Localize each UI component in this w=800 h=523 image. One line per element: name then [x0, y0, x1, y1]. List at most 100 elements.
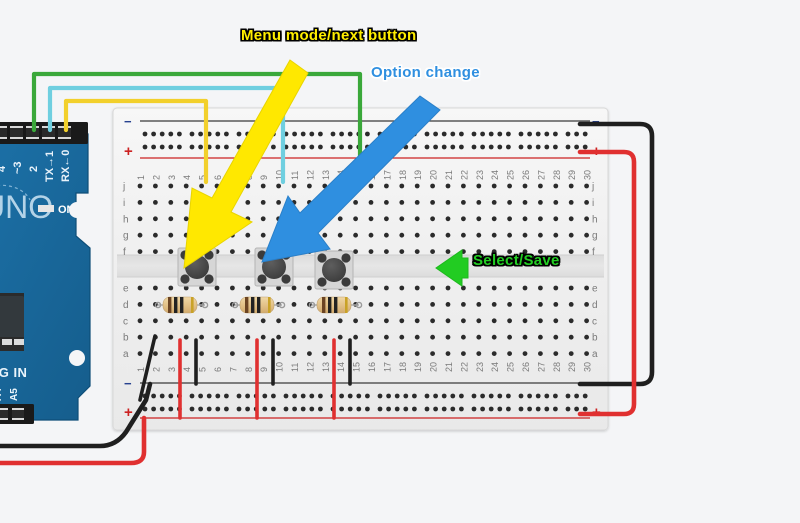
rail-hole-bot-pos — [318, 406, 323, 412]
rail-hole-bot-neg — [300, 393, 306, 399]
pushbutton-3[interactable] — [314, 250, 354, 290]
rail-hole-top-pos — [544, 144, 550, 150]
hole-j20 — [430, 183, 435, 189]
col-label-top-20: 20 — [429, 170, 439, 180]
bottom-rail-positive-symbol: + — [124, 404, 133, 421]
hole-a21 — [445, 351, 451, 356]
rail-hole-bot-neg — [309, 393, 315, 399]
hole-a23 — [476, 351, 482, 356]
pin-label-2: 2 — [28, 166, 40, 172]
rail-hole-bot-pos — [394, 406, 400, 412]
hole-b19 — [414, 334, 420, 340]
hole-g1 — [137, 232, 143, 238]
rail-hole-top-pos — [535, 144, 541, 150]
rail-hole-bot-neg — [403, 393, 409, 399]
hole-e23 — [476, 285, 482, 291]
hole-h15 — [353, 216, 358, 222]
rail-hole-top-pos — [471, 144, 477, 150]
hole-g24 — [491, 232, 497, 238]
hole-h22 — [461, 216, 466, 222]
analog-in-label: ANALOG IN — [0, 365, 27, 380]
top-rail-negative-symbol: − — [124, 114, 132, 129]
rail-hole-top-neg — [300, 131, 306, 137]
hole-c27 — [538, 318, 543, 324]
rail-hole-top-neg — [582, 131, 588, 137]
hole-e6 — [214, 285, 220, 291]
hole-a17 — [384, 351, 389, 356]
rail-hole-bot-neg — [412, 393, 417, 399]
hole-e16 — [368, 285, 374, 291]
rail-hole-bot-neg — [262, 393, 268, 399]
hole-b15 — [353, 334, 358, 340]
hole-h27 — [538, 216, 543, 222]
hole-c20 — [430, 318, 435, 324]
rail-hole-bot-pos — [198, 406, 204, 412]
hole-j12 — [307, 183, 312, 189]
atmega-ic — [0, 293, 24, 351]
rail-hole-top-neg — [506, 131, 511, 137]
rail-hole-top-neg — [574, 131, 579, 137]
row-label-left-a: a — [123, 349, 129, 360]
rail-hole-top-pos — [339, 144, 344, 150]
hole-j27 — [538, 183, 543, 189]
hole-j23 — [476, 183, 482, 189]
col-label-top-28: 28 — [552, 170, 562, 180]
col-label-top-29: 29 — [567, 170, 577, 180]
col-label-bottom-17: 17 — [382, 362, 392, 372]
hole-a7 — [230, 351, 235, 356]
hole-j5 — [199, 183, 205, 189]
hole-f3 — [168, 249, 174, 255]
hole-j4 — [183, 183, 189, 189]
rail-hole-bot-neg — [347, 393, 353, 399]
rail-hole-bot-pos — [206, 406, 212, 412]
hole-j26 — [522, 183, 528, 189]
mounting-hole-bottom — [69, 350, 85, 366]
col-label-bottom-5: 5 — [198, 367, 208, 372]
row-label-left-h: h — [123, 214, 129, 225]
hole-g27 — [538, 232, 543, 238]
hole-a24 — [491, 351, 497, 356]
hole-e28 — [553, 285, 559, 291]
hole-c3 — [168, 318, 174, 324]
hole-j3 — [168, 183, 174, 189]
hole-g3 — [168, 232, 174, 238]
rail-hole-bot-pos — [403, 406, 409, 412]
hole-d26 — [522, 302, 528, 307]
rail-hole-bot-pos — [424, 406, 430, 412]
hole-g16 — [368, 232, 374, 238]
col-label-bottom-3: 3 — [167, 367, 177, 372]
rail-hole-top-pos — [224, 144, 229, 150]
rail-hole-bot-pos — [347, 406, 353, 412]
hole-i19 — [414, 200, 420, 205]
hole-j25 — [507, 183, 512, 189]
col-label-top-23: 23 — [475, 170, 485, 180]
hole-f20 — [430, 249, 435, 255]
hole-b20 — [430, 334, 435, 340]
rail-hole-top-pos — [553, 144, 558, 150]
hole-i20 — [430, 200, 435, 205]
hole-c8 — [245, 318, 251, 324]
hole-a6 — [214, 351, 220, 356]
hole-c21 — [445, 318, 451, 324]
rail-hole-bot-pos — [574, 406, 579, 412]
hole-j22 — [461, 183, 466, 189]
hole-f7 — [230, 249, 235, 255]
hole-g20 — [430, 232, 435, 238]
hole-a18 — [399, 351, 405, 356]
hole-g23 — [476, 232, 482, 238]
hole-i26 — [522, 200, 528, 205]
rail-hole-top-pos — [506, 144, 511, 150]
hole-e17 — [384, 285, 389, 291]
rail-hole-top-pos — [497, 144, 503, 150]
rail-hole-top-pos — [300, 144, 306, 150]
col-label-top-12: 12 — [305, 170, 315, 180]
rail-hole-bot-pos — [544, 406, 550, 412]
col-label-bottom-13: 13 — [321, 362, 331, 372]
rail-hole-bot-pos — [441, 406, 447, 412]
rail-hole-bot-neg — [271, 393, 276, 399]
hole-f15 — [353, 249, 358, 255]
rail-hole-bot-pos — [300, 406, 306, 412]
hole-c30 — [584, 318, 589, 324]
pin-label-a5: A5 — [9, 388, 20, 401]
hole-b18 — [399, 334, 405, 340]
